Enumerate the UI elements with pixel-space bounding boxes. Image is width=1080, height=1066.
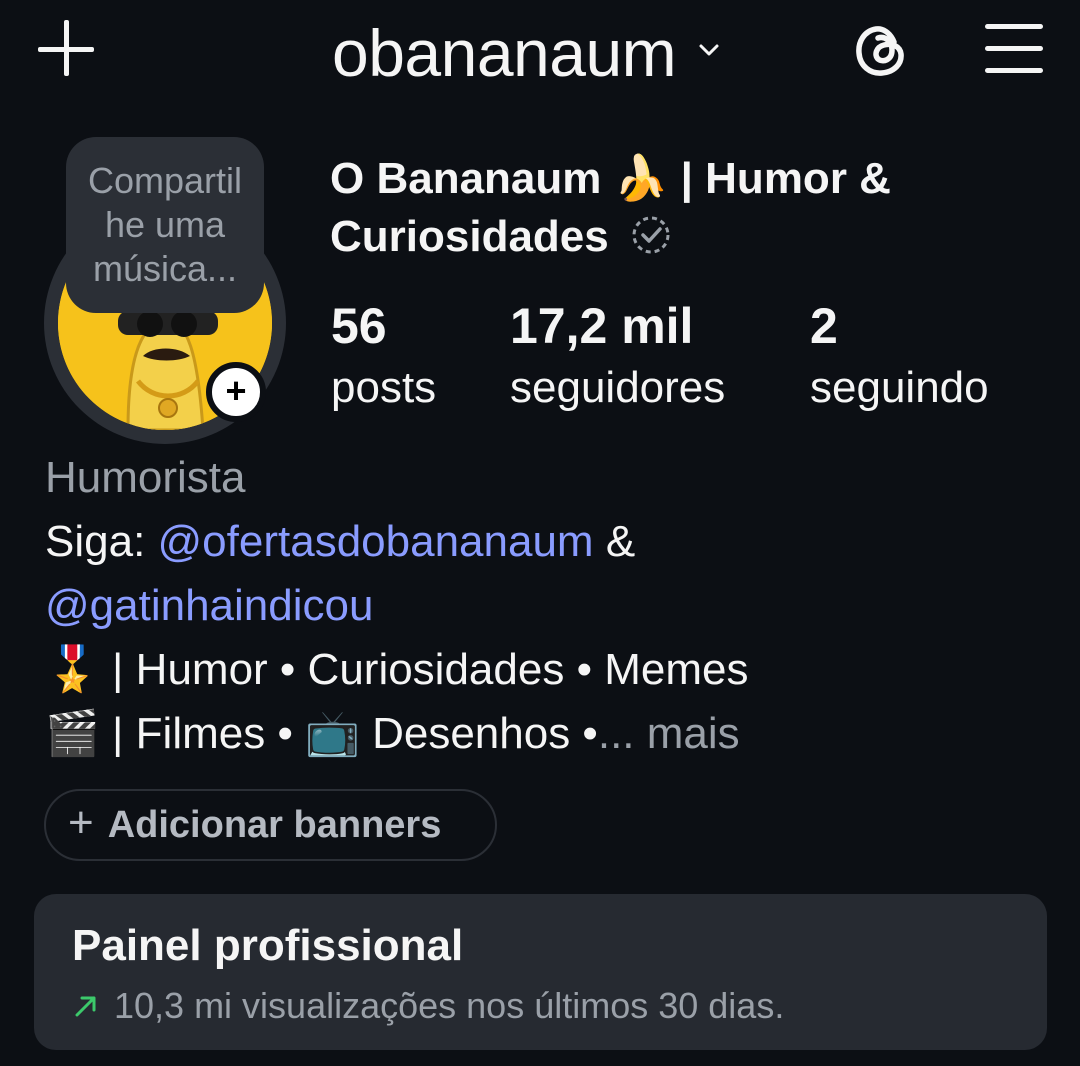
bio: Humorista Siga: @ofertasdobananaum & @ga… (45, 446, 1045, 766)
trend-up-icon (75, 996, 96, 1017)
profile-screen: obananaum Compartilhe uma música... + O … (0, 0, 1080, 1066)
stat-followers[interactable]: 17,2 mil seguidores (510, 296, 725, 420)
professional-dashboard[interactable]: Painel profissional 10,3 mi visualizaçõe… (34, 894, 1047, 1050)
threads-icon[interactable] (850, 20, 912, 82)
add-banners-label: Adicionar banners (107, 803, 442, 846)
dashboard-views-text: 10,3 mi visualizações nos últimos 30 dia… (114, 985, 785, 1026)
bio-amp: & (593, 517, 636, 566)
add-story-button[interactable]: + (206, 362, 266, 422)
plus-icon: + (68, 798, 94, 847)
display-name-text: O Bananaum 🍌 | Humor & Curiosidades (330, 154, 891, 261)
menu-icon[interactable] (985, 24, 1043, 74)
mention-link[interactable]: @gatinhaindicou (45, 581, 373, 630)
add-banners-button[interactable]: + Adicionar banners (44, 789, 497, 861)
top-bar: obananaum (0, 0, 1080, 110)
stat-value: 17,2 mil (510, 298, 694, 354)
dashboard-title: Painel profissional (72, 921, 464, 970)
bio-mention-line: @gatinhaindicou (45, 574, 1045, 638)
username: obananaum (332, 16, 677, 90)
plus-icon: + (225, 370, 247, 411)
note-text: Compartilhe uma música... (87, 160, 243, 289)
display-name: O Bananaum 🍌 | Humor & Curiosidades (330, 150, 1030, 266)
bio-line-3: 🎖️ | Humor • Curiosidades • Memes (45, 645, 749, 694)
bio-category: Humorista (45, 453, 246, 502)
stat-value: 56 (331, 298, 387, 354)
bio-follow-prefix: Siga: (45, 517, 158, 566)
stat-value: 2 (810, 298, 838, 354)
plus-icon[interactable] (38, 20, 96, 78)
stat-posts[interactable]: 56 posts (331, 296, 436, 420)
bio-line-4: 🎬 | Filmes • 📺 Desenhos •... mais (45, 702, 1045, 766)
bio-line-4-text: 🎬 | Filmes • 📺 Desenhos • (45, 709, 598, 758)
account-switcher[interactable]: obananaum (332, 10, 720, 96)
music-note-bubble[interactable]: Compartilhe uma música... (66, 137, 264, 313)
verified-badge-icon (632, 216, 670, 254)
dashboard-subtitle: 10,3 mi visualizações nos últimos 30 dia… (72, 980, 1009, 1032)
chevron-down-icon (699, 44, 719, 56)
more-link[interactable]: ... mais (598, 709, 740, 758)
stat-label: seguindo (810, 363, 989, 412)
bio-follow-line: Siga: @ofertasdobananaum & (45, 510, 1045, 574)
mention-link[interactable]: @ofertasdobananaum (158, 517, 594, 566)
stat-label: posts (331, 363, 437, 412)
stat-following[interactable]: 2 seguindo (810, 296, 989, 420)
stat-label: seguidores (510, 363, 726, 412)
